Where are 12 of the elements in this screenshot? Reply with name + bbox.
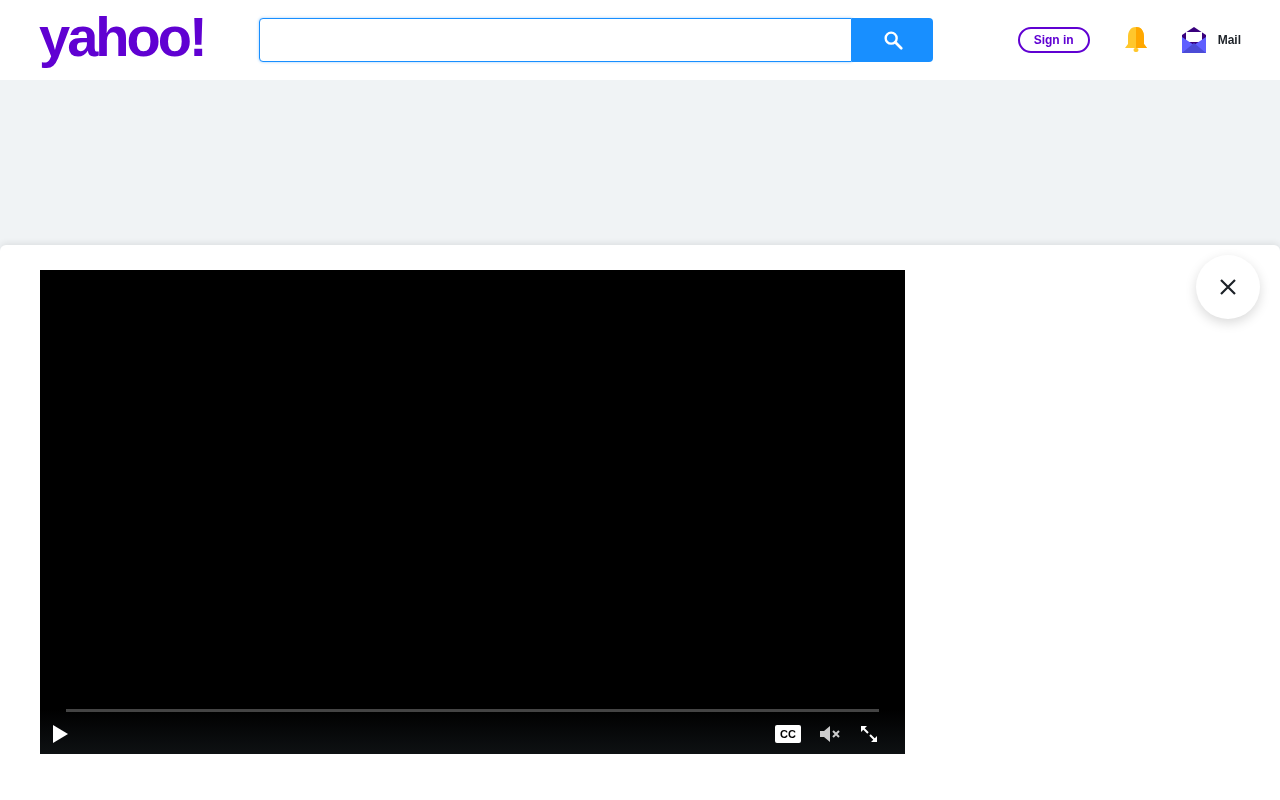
muted-speaker-icon[interactable] bbox=[819, 724, 841, 744]
close-button[interactable] bbox=[1196, 255, 1260, 319]
close-icon bbox=[1219, 278, 1237, 296]
mail-link[interactable]: Mail bbox=[1181, 27, 1241, 53]
video-player[interactable]: CC bbox=[40, 270, 905, 754]
fullscreen-icon[interactable] bbox=[859, 724, 879, 744]
play-icon[interactable] bbox=[50, 724, 70, 744]
search-button[interactable] bbox=[852, 18, 933, 62]
search-field[interactable] bbox=[259, 18, 852, 62]
captions-button[interactable]: CC bbox=[775, 725, 801, 743]
sign-in-button[interactable]: Sign in bbox=[1017, 27, 1090, 53]
mail-icon bbox=[1181, 27, 1206, 53]
